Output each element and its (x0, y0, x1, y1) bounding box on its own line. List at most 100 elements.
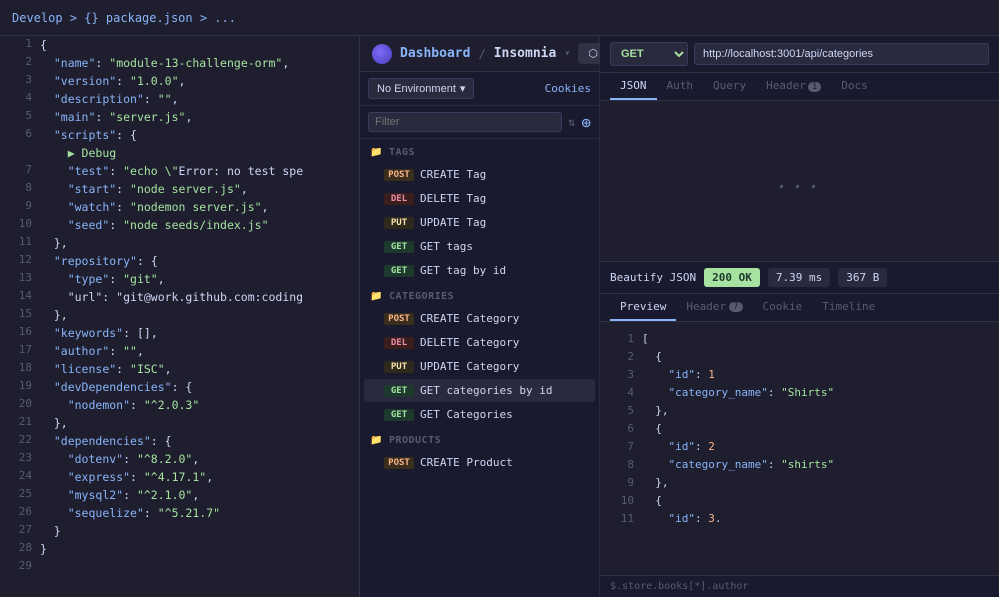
api-label: GET tag by id (420, 264, 506, 277)
json-line: 8 "category_name": "shirts" (610, 456, 989, 474)
api-item-create-tag[interactable]: POST CREATE Tag (364, 163, 595, 186)
code-line: 9 "watch": "nodemon server.js", (0, 198, 359, 216)
code-line: 22 "dependencies": { (0, 432, 359, 450)
code-line: 8 "start": "node server.js", (0, 180, 359, 198)
json-line: 10 { (610, 492, 989, 510)
method-select[interactable]: GET POST PUT DELETE (610, 42, 688, 66)
add-request-button[interactable]: ⊕ (581, 113, 591, 132)
code-line: 19 "devDependencies": { (0, 378, 359, 396)
code-line: 11 }, (0, 234, 359, 252)
insomnia-panel: Dashboard / Insomnia ▾ ⬡ Share No Enviro… (360, 36, 600, 597)
json-line: 1[ (610, 330, 989, 348)
code-line: 17 "author": "", (0, 342, 359, 360)
api-label: GET tags (420, 240, 473, 253)
section-products[interactable]: 📁PRODUCTS (360, 427, 599, 450)
cookies-button[interactable]: Cookies (545, 82, 591, 95)
api-label: DELETE Category (420, 336, 519, 349)
request-tab-query[interactable]: Query (703, 73, 756, 100)
transfer-icon[interactable]: ⇅ (566, 113, 577, 131)
code-line: 7 "test": "echo \"Error: no test spe (0, 162, 359, 180)
api-label: CREATE Tag (420, 168, 486, 181)
request-tab-json[interactable]: JSON (610, 73, 657, 100)
insomnia-toolbar: No Environment ▾ Cookies (360, 72, 599, 106)
beautify-row: Beautify JSON 200 OK 7.39 ms 367 B (600, 261, 999, 294)
api-label: GET Categories (420, 408, 513, 421)
workspace-chevron-icon[interactable]: ▾ (564, 48, 570, 59)
response-tabs: PreviewHeader7CookieTimeline (600, 294, 999, 322)
method-badge: GET (384, 241, 414, 253)
code-line: 24 "express": "^4.17.1", (0, 468, 359, 486)
json-line: 7 "id": 2 (610, 438, 989, 456)
code-line: 10 "seed": "node seeds/index.js" (0, 216, 359, 234)
code-line: 28} (0, 540, 359, 558)
code-line: 27 } (0, 522, 359, 540)
response-tab-preview[interactable]: Preview (610, 294, 676, 321)
api-label: DELETE Tag (420, 192, 486, 205)
method-badge: POST (384, 169, 414, 181)
api-item-get-tag-by-id[interactable]: GETGET tag by id (364, 259, 595, 282)
json-line: 4 "category_name": "Shirts" (610, 384, 989, 402)
code-line: 12 "repository": { (0, 252, 359, 270)
request-tabs: JSONAuthQueryHeader1Docs (600, 73, 999, 101)
api-label: CREATE Category (420, 312, 519, 325)
request-tab-header[interactable]: Header1 (756, 73, 831, 100)
code-line: 2 "name": "module-13-challenge-orm", (0, 54, 359, 72)
filter-input[interactable] (368, 112, 562, 132)
request-tab-auth[interactable]: Auth (657, 73, 704, 100)
response-tab-timeline[interactable]: Timeline (812, 294, 885, 321)
method-badge: DEL (384, 337, 414, 349)
code-line: 3 "version": "1.0.0", (0, 72, 359, 90)
insomnia-header: Dashboard / Insomnia ▾ ⬡ Share (360, 36, 599, 72)
json-line: 11 "id": 3. (610, 510, 989, 528)
size-value: 367 B (838, 268, 887, 287)
method-badge: PUT (384, 361, 414, 373)
url-input[interactable] (694, 43, 989, 65)
sidebar-list: 📁TAGSPOSTCREATE TagDELDELETE TagPUTUPDAT… (360, 139, 599, 597)
breadcrumb: Develop > {} package.json > ... (12, 11, 236, 25)
beautify-label[interactable]: Beautify JSON (610, 271, 696, 284)
method-badge: POST (384, 313, 414, 325)
api-item-delete-tag[interactable]: DEL DELETE Tag (364, 187, 595, 210)
code-line: 23 "dotenv": "^8.2.0", (0, 450, 359, 468)
insomnia-slash: / (478, 47, 485, 61)
environment-selector[interactable]: No Environment ▾ (368, 78, 474, 99)
api-label: UPDATE Category (420, 360, 519, 373)
response-tab-cookie[interactable]: Cookie (753, 294, 813, 321)
debug-line: ▶ Debug (0, 144, 359, 162)
method-badge: POST (384, 457, 414, 469)
response-tab-header[interactable]: Header7 (676, 294, 752, 321)
folder-icon: 📁 (370, 435, 383, 446)
code-line: 21 }, (0, 414, 359, 432)
code-line: 5 "main": "server.js", (0, 108, 359, 126)
loading-dots: ... (775, 169, 823, 193)
api-item-get-categories[interactable]: GET GET Categories (364, 403, 595, 426)
method-badge: GET (384, 385, 414, 397)
json-line: 2 { (610, 348, 989, 366)
api-item-get-categories-by-id[interactable]: GETGET categories by id (364, 379, 595, 402)
section-tags[interactable]: 📁TAGS (360, 139, 599, 162)
code-line: 6 "scripts": { (0, 126, 359, 144)
json-line: 9 }, (610, 474, 989, 492)
method-badge: DEL (384, 193, 414, 205)
json-line: 6 { (610, 420, 989, 438)
json-line: 3 "id": 1 (610, 366, 989, 384)
api-item-update-category[interactable]: PUT UPDATE Category (364, 355, 595, 378)
bottom-bar: $.store.books[*].author (600, 575, 999, 597)
api-item-update-tag[interactable]: PUTUPDATE Tag (364, 211, 595, 234)
api-item-create-product[interactable]: POSTCREATE Product (364, 451, 595, 474)
code-line: 25 "mysql2": "^2.1.0", (0, 486, 359, 504)
method-badge: GET (384, 409, 414, 421)
code-line: 20 "nodemon": "^2.0.3" (0, 396, 359, 414)
api-item-get-tags[interactable]: GET GET tags (364, 235, 595, 258)
main-layout: 1{2 "name": "module-13-challenge-orm",3 … (0, 36, 999, 597)
folder-icon: 📁 (370, 291, 383, 302)
code-editor: 1{2 "name": "module-13-challenge-orm",3 … (0, 36, 360, 597)
code-line: 29 (0, 558, 359, 576)
section-categories[interactable]: 📁CATEGORIES (360, 283, 599, 306)
tab-badge: 7 (729, 302, 742, 312)
api-item-create-category[interactable]: POST CREATE Category (364, 307, 595, 330)
request-tab-docs[interactable]: Docs (831, 73, 878, 100)
api-item-delete-category[interactable]: DEL DELETE Category (364, 331, 595, 354)
folder-icon: 📁 (370, 147, 383, 158)
json-preview: 1[2 {3 "id": 14 "category_name": "Shirts… (600, 322, 999, 575)
